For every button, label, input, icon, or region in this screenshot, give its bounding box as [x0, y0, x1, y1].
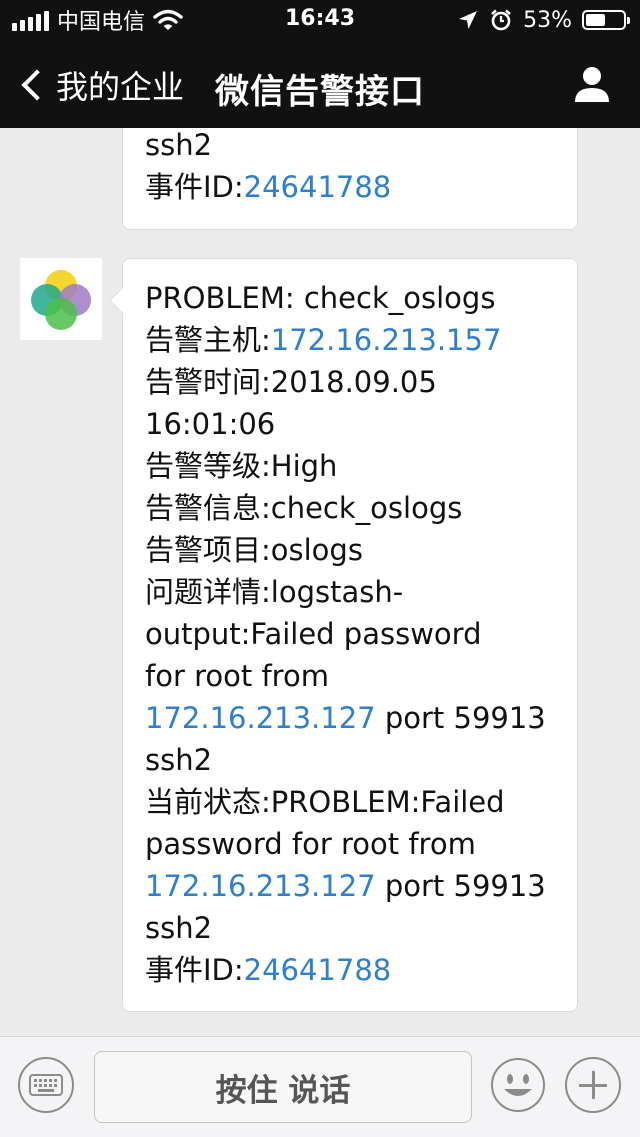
user-profile-icon[interactable] [572, 64, 612, 104]
message-link[interactable]: 172.16.213.127 [145, 701, 376, 735]
message-line: password for root from [145, 823, 555, 865]
message-text: ssh2 [145, 911, 213, 945]
message-bubble[interactable]: PROBLEM: check_oslogs 告警主机:172.16.213.157… [122, 258, 578, 1012]
battery-fill [586, 14, 605, 26]
alarm-icon [491, 9, 511, 31]
message-line: 告警项目:oslogs [145, 529, 555, 571]
status-right: 53% [457, 6, 630, 34]
message-line: 告警主机:172.16.213.157 [145, 319, 555, 361]
message-link[interactable]: 172.16.213.127 [145, 869, 376, 903]
message-line: 告警信息:check_oslogs [145, 487, 555, 529]
message-line: 告警时间:2018.09.05 [145, 361, 555, 403]
message-line: output:Failed password [145, 613, 555, 655]
venn-logo-icon [31, 270, 91, 330]
keyboard-icon [29, 1074, 63, 1096]
message-line: ssh2 [145, 907, 555, 949]
message-text: 当前状态:PROBLEM:Failed [145, 785, 505, 819]
message-line: 当前状态:PROBLEM:Failed [145, 781, 555, 823]
message-text: 告警等级:High [145, 449, 338, 483]
message-text: 告警时间:2018.09.05 [145, 365, 437, 399]
message-text: password for root from [145, 827, 476, 861]
message-text: 告警信息:check_oslogs [145, 491, 463, 525]
emoji-icon[interactable] [490, 1057, 546, 1113]
message-link[interactable]: 24641788 [244, 170, 392, 204]
message-line: 事件ID:24641788 [145, 949, 555, 991]
message-text: PROBLEM: check_oslogs [145, 281, 496, 315]
message-text: port 59913 [375, 869, 546, 903]
hold-to-talk-button[interactable]: 按住 说话 [94, 1051, 472, 1123]
message-text: ssh2 [145, 743, 213, 777]
message-line: PROBLEM: check_oslogs [145, 277, 555, 319]
message-line: ssh2 [145, 128, 555, 166]
message-text: ssh2 [145, 128, 213, 162]
more-options-button[interactable] [565, 1057, 621, 1113]
sender-avatar[interactable] [20, 258, 102, 340]
message-line: 16:01:06 [145, 403, 555, 445]
message-line: for root from [145, 655, 555, 697]
location-arrow-icon [459, 11, 478, 29]
chat-area[interactable]: ssh2 事件ID:24641788 PROBLEM: check_oslogs 告… [0, 128, 640, 1036]
message-line: 事件ID:24641788 [145, 166, 555, 208]
message-text: 问题详情:logstash- [145, 575, 404, 609]
nav-bar: 我的企业 微信告警接口 [0, 40, 640, 128]
keyboard-toggle-button[interactable] [18, 1057, 74, 1113]
message-line: 问题详情:logstash- [145, 571, 555, 613]
message-text: port 59913 [375, 701, 546, 735]
message-line: 告警等级:High [145, 445, 555, 487]
message-link[interactable]: 172.16.213.157 [271, 323, 502, 357]
message-text: 告警主机: [145, 323, 271, 357]
message-text: output:Failed password [145, 617, 482, 651]
message-line: ssh2 [145, 739, 555, 781]
message-link[interactable]: 24641788 [244, 953, 392, 987]
message-text: 事件ID: [145, 170, 244, 204]
input-bar: 按住 说话 [0, 1036, 640, 1137]
page-title: 微信告警接口 [215, 72, 425, 112]
message-text: 16:01:06 [145, 407, 276, 441]
battery-icon [582, 10, 630, 30]
message-text: 告警项目:oslogs [145, 533, 363, 567]
message-text: for root from [145, 659, 329, 693]
status-bar: 中国电信 16:43 53% [0, 0, 640, 40]
message-bubble[interactable]: ssh2 事件ID:24641788 [122, 128, 578, 230]
message-line: 172.16.213.127 port 59913 [145, 697, 555, 739]
battery-percent: 53% [523, 7, 572, 33]
message-line: 172.16.213.127 port 59913 [145, 865, 555, 907]
message-text: 事件ID: [145, 953, 244, 987]
